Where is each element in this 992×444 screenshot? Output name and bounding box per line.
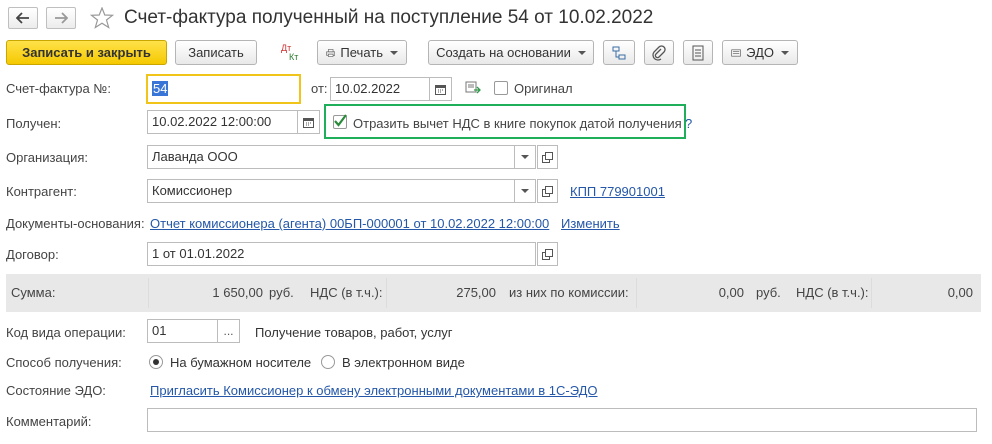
comment-label: Комментарий: [6, 414, 92, 429]
help-icon[interactable]: ? [685, 116, 692, 132]
chevron-down-icon [390, 50, 398, 55]
contractor-open-button[interactable] [537, 179, 558, 203]
invoice-date-input[interactable]: 10.02.2022 [330, 77, 430, 101]
paper-label: На бумажном носителе [170, 355, 312, 370]
checkmark-icon [334, 114, 347, 127]
vat-label-2: НДС (в т.ч.): [796, 285, 869, 300]
commission-value: 0,00 [718, 285, 744, 300]
contract-label: Договор: [6, 247, 59, 262]
sum-value: 1 650,00 [212, 285, 263, 300]
operation-code-label: Код вида операции: [6, 325, 126, 340]
printer-icon [326, 48, 336, 57]
vat-value: 275,00 [456, 285, 496, 300]
edo-icon [731, 49, 741, 56]
open-icon [542, 185, 553, 197]
edo-state-label: Состояние ЭДО: [6, 383, 106, 398]
contract-open-button[interactable] [537, 242, 558, 266]
chevron-down-icon [521, 189, 529, 193]
vat-deduction-checkbox[interactable] [333, 114, 347, 129]
page-title: Счет-фактура полученный на поступление 5… [124, 7, 654, 28]
favorite-star-icon[interactable] [89, 6, 115, 32]
vat-value-2: 0,00 [947, 285, 973, 300]
back-button[interactable] [8, 7, 38, 29]
dt-kt-icon: Дт Кт [281, 42, 299, 62]
ellipsis-icon: ... [223, 324, 234, 338]
operation-code-select-button[interactable]: ... [218, 319, 240, 343]
received-label: Получен: [6, 116, 62, 131]
invoice-number-label: Счет-фактура №: [6, 81, 111, 96]
contract-input[interactable]: 1 от 01.01.2022 [147, 242, 536, 266]
contractor-dropdown-button[interactable] [515, 179, 536, 203]
original-label: Оригинал [514, 81, 573, 96]
arrow-left-icon [16, 12, 29, 24]
original-checkbox[interactable] [494, 81, 508, 95]
currency-label: руб. [269, 285, 294, 300]
base-documents-label: Документы-основания: [6, 216, 145, 231]
change-link[interactable]: Изменить [561, 216, 620, 232]
create-based-on-button[interactable]: Создать на основании [428, 40, 594, 65]
paperclip-icon [652, 44, 666, 61]
date-from-label: от: [311, 81, 328, 96]
currency-label-2: руб. [756, 285, 781, 300]
radio-dot-icon [153, 359, 159, 365]
chevron-down-icon [781, 50, 789, 55]
receipt-method-label: Способ получения: [6, 355, 122, 370]
open-icon [542, 248, 553, 260]
structure-button[interactable] [603, 40, 635, 65]
arrow-right-icon [55, 12, 68, 24]
operation-code-input[interactable]: 01 [147, 319, 218, 343]
contractor-label: Контрагент: [6, 184, 77, 199]
received-calendar-button[interactable] [298, 110, 320, 134]
received-datetime-input[interactable]: 10.02.2022 12:00:00 [147, 110, 298, 134]
save-button[interactable]: Записать [175, 40, 257, 65]
kpp-link[interactable]: КПП 779901001 [570, 184, 665, 200]
chevron-down-icon [521, 155, 529, 159]
structure-icon [612, 46, 626, 59]
document-list-icon [692, 45, 704, 60]
calendar-button[interactable] [430, 77, 452, 101]
chevron-down-icon [577, 50, 586, 55]
attach-button[interactable] [644, 40, 674, 65]
base-document-link[interactable]: Отчет комиссионера (агента) 00БП-000001 … [150, 216, 549, 232]
save-and-close-button[interactable]: Записать и закрыть [6, 40, 167, 65]
refresh-date-icon[interactable] [465, 81, 481, 98]
organization-open-button[interactable] [537, 145, 558, 169]
contractor-input[interactable]: Комиссионер [147, 179, 515, 203]
open-icon [542, 151, 553, 163]
electronic-label: В электронном виде [342, 355, 465, 370]
paper-radio[interactable] [149, 355, 163, 369]
print-button[interactable]: Печать [317, 40, 407, 65]
sum-label: Сумма: [11, 285, 56, 300]
vat-label: НДС (в т.ч.): [310, 285, 383, 300]
edo-button[interactable]: ЭДО [722, 40, 798, 65]
forward-button[interactable] [46, 7, 76, 29]
operation-code-description: Получение товаров, работ, услуг [255, 325, 453, 340]
calendar-icon [303, 117, 314, 128]
organization-label: Организация: [6, 150, 89, 165]
commission-label: из них по комиссии: [509, 285, 629, 300]
organization-dropdown-button[interactable] [515, 145, 536, 169]
calendar-icon [435, 84, 446, 95]
report-button[interactable] [683, 40, 713, 65]
organization-input[interactable]: Лаванда ООО [147, 145, 515, 169]
summary-bar: Сумма: 1 650,00 руб. НДС (в т.ч.): 275,0… [6, 274, 981, 312]
vat-deduction-label: Отразить вычет НДС в книге покупок датой… [353, 116, 682, 131]
dt-kt-button[interactable]: Дт Кт [275, 40, 307, 65]
edo-invite-link[interactable]: Пригласить Комиссионер к обмену электрон… [150, 383, 598, 399]
invoice-number-input[interactable]: 54 [146, 74, 301, 104]
comment-input[interactable] [147, 408, 977, 432]
electronic-radio[interactable] [321, 355, 335, 369]
